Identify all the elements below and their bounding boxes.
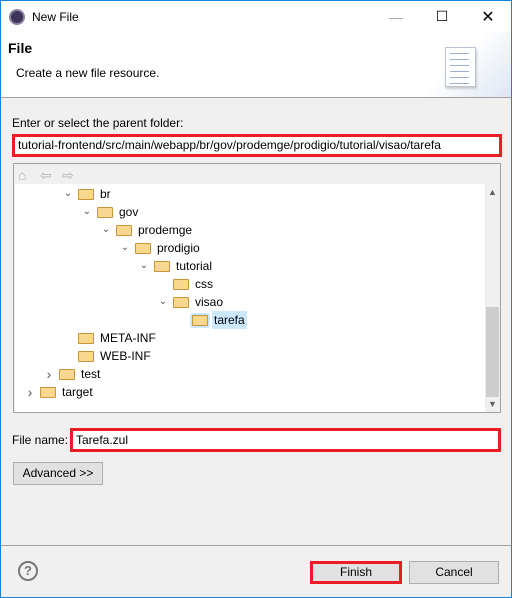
parent-folder-label: Enter or select the parent folder: bbox=[12, 116, 184, 130]
chevron-down-icon[interactable]: ⌄ bbox=[100, 221, 112, 239]
cancel-button[interactable]: Cancel bbox=[409, 561, 499, 584]
tree-item[interactable]: ⌄ tutorial bbox=[138, 257, 214, 275]
folder-icon bbox=[78, 332, 94, 344]
tree-item[interactable]: ⌄ prodigio bbox=[119, 239, 202, 257]
folder-icon bbox=[78, 350, 94, 362]
page-title: File bbox=[8, 40, 33, 56]
tree-item-label: target bbox=[62, 385, 93, 399]
folder-icon bbox=[154, 260, 170, 272]
tree-item[interactable]: ⌄ br bbox=[62, 185, 113, 203]
tree-item[interactable]: css bbox=[157, 275, 215, 293]
tree-item-label: css bbox=[195, 277, 213, 291]
page-description: Create a new file resource. bbox=[16, 66, 160, 80]
folder-tree: ⌂ ⇦ ⇨ ⌄ br ⌄ gov ⌄ prodemge ⌄ prodigio ⌄ tutorial… bbox=[13, 163, 501, 413]
tree-item-label: WEB-INF bbox=[100, 349, 151, 363]
eclipse-icon bbox=[9, 9, 25, 25]
tree-item-label: META-INF bbox=[100, 331, 156, 345]
advanced-button[interactable]: Advanced >> bbox=[13, 462, 103, 485]
file-name-label: File name: bbox=[12, 433, 69, 447]
help-icon[interactable]: ? bbox=[18, 561, 38, 581]
scrollbar-thumb[interactable] bbox=[486, 307, 499, 397]
new-file-dialog: New File — ☐ ✕ File Create a new file re… bbox=[0, 0, 512, 598]
back-icon[interactable]: ⇦ bbox=[40, 167, 52, 184]
tree-item-label: br bbox=[100, 187, 111, 201]
scroll-down-icon[interactable]: ▼ bbox=[485, 399, 500, 409]
folder-icon bbox=[78, 188, 94, 200]
folder-icon bbox=[192, 314, 208, 326]
folder-icon bbox=[116, 224, 132, 236]
chevron-down-icon[interactable]: ⌄ bbox=[62, 185, 74, 203]
folder-icon bbox=[97, 206, 113, 218]
title-bar: New File — ☐ ✕ bbox=[1, 1, 511, 32]
close-icon[interactable]: ✕ bbox=[465, 1, 511, 32]
tree-item[interactable]: META-INF bbox=[62, 329, 158, 347]
scroll-up-icon[interactable]: ▲ bbox=[485, 187, 500, 197]
chevron-down-icon[interactable]: ⌄ bbox=[119, 239, 131, 257]
tree-item[interactable]: › target bbox=[24, 383, 95, 401]
window-title: New File bbox=[32, 10, 79, 24]
tree-scrollbar[interactable]: ▲ ▼ bbox=[485, 184, 500, 412]
divider bbox=[1, 545, 511, 546]
forward-icon[interactable]: ⇨ bbox=[62, 167, 74, 184]
finish-button[interactable]: Finish bbox=[310, 561, 402, 584]
tree-item-label: prodemge bbox=[138, 223, 193, 237]
tree-item-label: prodigio bbox=[157, 241, 200, 255]
chevron-down-icon[interactable]: ⌄ bbox=[81, 203, 93, 221]
tree-item[interactable]: ⌄ prodemge bbox=[100, 221, 194, 239]
tree-item-label: visao bbox=[195, 295, 224, 309]
tree-item[interactable]: tarefa bbox=[176, 311, 247, 329]
folder-icon bbox=[173, 278, 189, 290]
file-name-input[interactable]: Tarefa.zul bbox=[70, 428, 501, 452]
folder-icon bbox=[173, 296, 189, 308]
chevron-down-icon[interactable]: ⌄ bbox=[138, 257, 150, 275]
tree-item[interactable]: ⌄ gov bbox=[81, 203, 140, 221]
folder-icon bbox=[40, 386, 56, 398]
chevron-right-icon[interactable]: › bbox=[43, 365, 55, 383]
tree-item-label: tutorial bbox=[176, 259, 213, 273]
folder-icon bbox=[135, 242, 151, 254]
chevron-down-icon[interactable]: ⌄ bbox=[157, 293, 169, 311]
parent-folder-input[interactable]: tutorial-frontend/src/main/webapp/br/gov… bbox=[12, 134, 502, 157]
tree-item-label: tarefa bbox=[212, 311, 247, 329]
home-icon[interactable]: ⌂ bbox=[18, 167, 26, 183]
tree-item[interactable]: ⌄ visao bbox=[157, 293, 225, 311]
tree-item-label: test bbox=[81, 367, 101, 381]
wizard-header: File Create a new file resource. bbox=[1, 32, 511, 98]
minimize-icon[interactable]: — bbox=[373, 1, 419, 32]
folder-icon bbox=[59, 368, 75, 380]
tree-item-label: gov bbox=[119, 205, 139, 219]
file-document-icon bbox=[445, 47, 476, 87]
tree-item[interactable]: WEB-INF bbox=[62, 347, 153, 365]
tree-item[interactable]: › test bbox=[43, 365, 102, 383]
chevron-right-icon[interactable]: › bbox=[24, 383, 36, 401]
maximize-icon[interactable]: ☐ bbox=[419, 1, 465, 32]
tree-list: ⌄ br ⌄ gov ⌄ prodemge ⌄ prodigio ⌄ tutorial css ⌄ vi… bbox=[15, 184, 485, 412]
